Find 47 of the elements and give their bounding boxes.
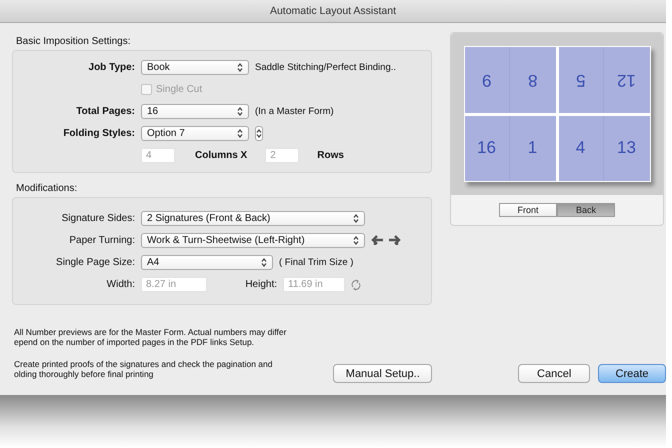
stepper-icon xyxy=(353,236,359,245)
stepper[interactable] xyxy=(255,126,263,141)
paper-turning-popup[interactable]: Work & Turn-Sheetwise (Left-Right) xyxy=(141,233,365,248)
stepper-icon xyxy=(256,129,262,138)
hint-text: (In a Master Form) xyxy=(255,106,334,117)
job-type-popup[interactable]: Book xyxy=(141,60,249,75)
page-number: 5 xyxy=(558,47,602,112)
stepper-icon xyxy=(237,63,243,72)
field-label: Total Pages: xyxy=(75,106,135,117)
create-button[interactable]: Create xyxy=(598,364,666,383)
page-size-popup[interactable]: A4 xyxy=(141,255,273,270)
field-label: Columns X xyxy=(195,150,248,161)
side-tab[interactable]: Back xyxy=(557,203,615,217)
window-title: Automatic Layout Assistant xyxy=(0,0,666,23)
stepper-icon xyxy=(237,129,243,138)
page-number: 4 xyxy=(558,116,602,181)
page-number: 8 xyxy=(508,47,556,112)
hint-text: ( Final Trim Size ) xyxy=(279,257,354,268)
page-number: 12 xyxy=(602,47,650,112)
stepper-icon xyxy=(261,258,267,267)
page-number: 16 xyxy=(464,116,508,181)
signature-sides-popup[interactable]: 2 Signatures (Front & Back) xyxy=(141,211,365,226)
note-text: Create printed proofs of the signatures and check the pagination and olding thoroughly before final printing xyxy=(14,359,274,379)
field-label: Signature Sides: xyxy=(60,213,135,224)
side-tab[interactable]: Front xyxy=(499,203,557,217)
manual-setup-button[interactable]: Manual Setup.. xyxy=(333,364,432,383)
field-label: Height: xyxy=(244,279,277,290)
field-label: Paper Turning: xyxy=(68,235,135,246)
total-pages-popup[interactable]: 16 xyxy=(141,104,249,119)
field-label: Single Page Size: xyxy=(55,257,135,268)
section-title: Modifications: xyxy=(16,183,78,194)
stepper-icon xyxy=(353,214,359,223)
swap-icon[interactable] xyxy=(351,278,361,290)
hint-text: Saddle Stitching/Perfect Binding.. xyxy=(255,62,396,73)
field-label: Rows xyxy=(317,150,344,161)
turn-arrows-icon[interactable] xyxy=(371,234,401,248)
page-number: 1 xyxy=(508,116,556,181)
page-number: 9 xyxy=(464,47,508,112)
stepper-icon xyxy=(237,107,243,116)
field-label: Job Type: xyxy=(88,62,135,73)
section-title: Basic Imposition Settings: xyxy=(16,36,132,47)
field-label: Width: xyxy=(106,279,135,290)
page-number: 13 xyxy=(602,116,650,181)
folding-style-popup[interactable]: Option 7 xyxy=(141,126,249,141)
dialog-button[interactable]: Cancel xyxy=(518,364,590,383)
note-text: All Number previews are for the Master Form. Actual numbers may differ epend on the number of imported pages in the PDF links Setup. xyxy=(14,327,288,347)
field-label: Folding Styles: xyxy=(62,128,135,139)
